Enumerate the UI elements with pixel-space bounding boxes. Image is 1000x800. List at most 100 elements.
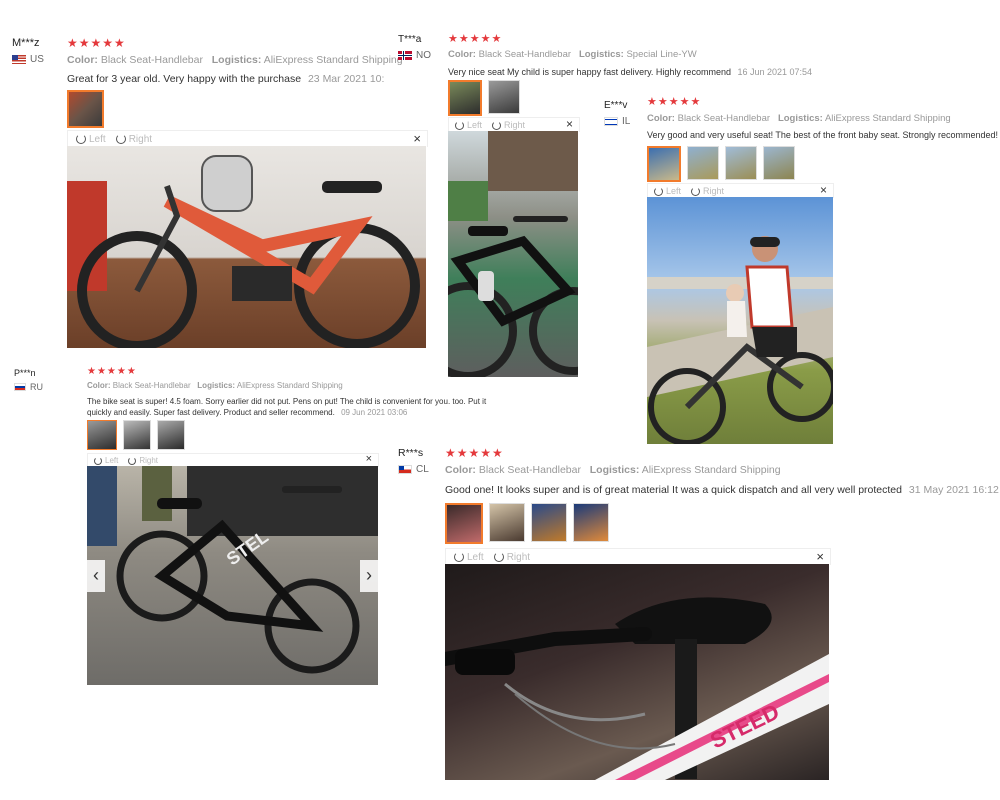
review-thumbnail[interactable] [687,146,719,180]
image-viewer-toolbar: Left Right × [647,183,834,198]
rotate-right-icon [128,456,137,465]
rotate-left-button[interactable]: Left [455,120,482,130]
rotate-left-button[interactable]: Left [454,552,484,563]
reviewer-name: T***a [398,34,422,45]
color-value: Black Seat-Handlebar [478,464,581,476]
reviewer-name: M***z [12,37,40,49]
color-label: Color: [67,54,98,66]
review-user: T***a NO [398,34,431,61]
review-card: ★★★★★ Color: Black Seat-Handlebar Logist… [67,37,403,85]
rotate-right-button[interactable]: Right [115,134,152,145]
logistics-label: Logistics: [777,113,823,124]
review-body-line2: quickly and easily. Super fast delivery.… [87,408,335,417]
review-photo: STEED [445,564,829,780]
rotate-right-button[interactable]: Right [691,186,724,196]
review-thumbnail[interactable] [763,146,795,180]
close-icon[interactable]: × [413,131,421,146]
review-body-line1: The bike seat is super! 4.5 foam. Sorry … [87,397,487,406]
flag-icon [604,117,618,126]
review-thumbnail[interactable] [87,420,117,450]
rotate-left-label: Left [666,186,682,196]
chevron-right-icon[interactable]: › [360,559,378,592]
rotate-right-label: Right [504,120,526,130]
rotate-right-icon [691,186,701,196]
review-user: E***v IL [604,100,630,127]
review-thumbnail[interactable] [489,503,525,542]
review-text: Good one! It looks super and is of great… [445,484,999,496]
review-thumbnail[interactable] [448,80,482,116]
rotate-right-button[interactable]: Right [493,551,531,563]
close-icon[interactable]: × [820,183,827,197]
rotate-left-button[interactable]: Left [94,456,118,465]
rotate-left-icon [654,186,663,196]
image-viewer-toolbar: Left Right × [87,453,379,467]
thumbnail-strip [67,90,104,128]
reviewer-country: IL [604,116,630,127]
review-thumbnail[interactable] [123,420,151,450]
review-thumbnail[interactable] [67,90,104,128]
review-date: 16 Jun 2021 07:54 [737,67,813,77]
logistics-value: AliExpress Standard Shipping [263,54,403,66]
bike-illustration [67,155,420,348]
review-body: Great for 3 year old. Very happy with th… [67,73,302,85]
rotate-right-button[interactable]: Right [492,120,525,130]
chevron-left-icon[interactable]: ‹ [87,559,105,592]
reviewer-country: CL [398,464,429,475]
image-viewer-toolbar: Left Right × [67,130,428,147]
image-viewer-toolbar: Left Right × [445,548,831,565]
flag-icon [12,55,26,64]
rotate-right-icon [115,134,126,144]
review-meta: Color: Black Seat-Handlebar Logistics: A… [647,113,998,124]
review-meta: Color: Black Seat-Handlebar Logistics: A… [87,381,486,390]
country-code: IL [622,116,631,127]
review-thumbnail[interactable] [157,420,185,450]
bike-illustration [647,236,833,444]
rotate-right-label: Right [139,456,159,465]
review-text: Very good and very useful seat! The best… [647,130,998,140]
review-body: Very good and very useful seat! The best… [647,130,999,140]
review-thumbnail[interactable] [573,503,609,542]
rotate-left-button[interactable]: Left [76,134,106,145]
close-icon[interactable]: × [816,549,824,564]
bike-illustration [448,131,578,377]
review-user: R***s CL [398,447,429,475]
logistics-value: Special Line-YW [626,49,697,60]
review-text: The bike seat is super! 4.5 foam. Sorry … [87,396,486,418]
color-label: Color: [448,49,476,60]
rotate-left-icon [455,120,464,130]
country-code: RU [30,382,43,392]
review-thumbnail[interactable] [531,503,567,542]
color-value: Black Seat-Handlebar [478,49,572,60]
rotate-left-icon [94,456,102,465]
close-icon[interactable]: × [366,453,372,465]
thumbnail-strip [647,146,795,182]
review-text: Very nice seat My child is super happy f… [448,67,812,77]
review-date: 31 May 2021 16:12 [908,484,999,496]
rotate-left-label: Left [467,551,484,563]
bike-illustration: STEED [445,597,829,780]
review-user: M***z US [12,37,44,65]
review-photo [647,197,833,444]
star-rating: ★★★★★ [448,33,503,45]
color-value: Black Seat-Handlebar [677,113,771,124]
review-thumbnail[interactable] [488,80,520,114]
rotate-right-label: Right [506,551,531,563]
logistics-value: AliExpress Standard Shipping [236,381,343,390]
color-label: Color: [445,464,476,476]
review-thumbnail[interactable] [725,146,757,180]
rotate-left-button[interactable]: Left [654,186,681,196]
review-thumbnail[interactable] [445,503,483,544]
reviewer-country: RU [14,382,43,392]
reviewer-name: R***s [398,447,424,459]
flag-icon [398,51,412,60]
review-meta: Color: Black Seat-Handlebar Logistics: A… [445,464,999,476]
review-thumbnail[interactable] [647,146,681,182]
rotate-right-button[interactable]: Right [128,456,158,465]
flag-icon [14,383,26,391]
review-photo: STEL ‹ › [87,466,378,685]
review-card: ★★★★★ Color: Black Seat-Handlebar Logist… [445,447,999,496]
review-text: Great for 3 year old. Very happy with th… [67,73,403,85]
review-meta: Color: Black Seat-Handlebar Logistics: A… [67,54,403,66]
logistics-label: Logistics: [211,54,262,66]
close-icon[interactable]: × [566,117,573,131]
